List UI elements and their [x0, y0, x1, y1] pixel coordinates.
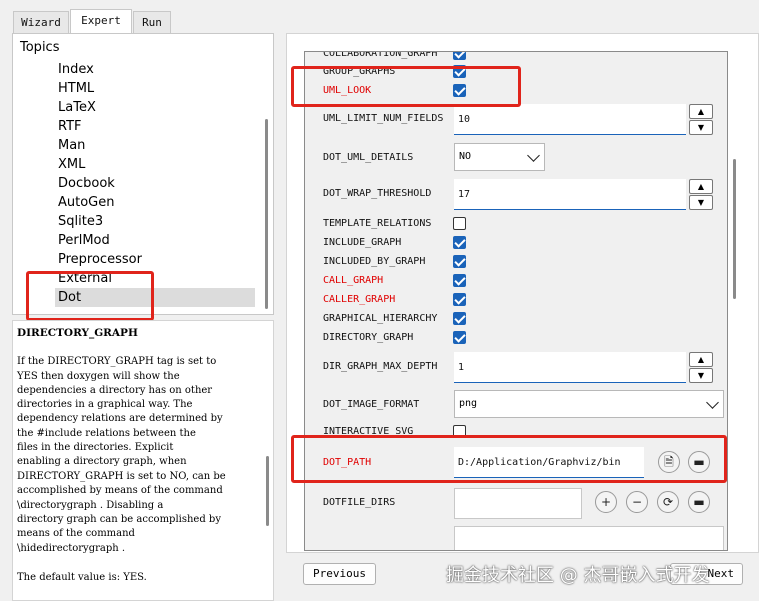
help-line: \hidedirectorygraph .: [17, 543, 126, 554]
tab-expert[interactable]: Expert: [70, 9, 132, 34]
option-dir-graph-max-depth: DIR_GRAPH_MAX_DEPTH: [323, 361, 438, 372]
checkbox-graphical-hierarchy[interactable]: [453, 312, 466, 325]
spin-down-icon[interactable]: ▼: [689, 368, 713, 383]
dot-wrap-threshold-input[interactable]: 17: [454, 179, 686, 210]
help-line: YES then doxygen will show the: [17, 371, 180, 382]
chevron-down-icon: [527, 149, 540, 162]
highlight-dot-path: [291, 435, 727, 483]
option-graphical-hierarchy: GRAPHICAL_HIERARCHY: [323, 313, 438, 324]
help-panel: DIRECTORY_GRAPH If the DIRECTORY_GRAPH t…: [12, 320, 274, 601]
spin-down-icon[interactable]: ▼: [689, 120, 713, 135]
topic-item-preprocessor[interactable]: Preprocessor: [58, 250, 142, 269]
spin-up-icon[interactable]: ▲: [689, 179, 713, 194]
help-line: files in the directories. Explicit: [17, 442, 174, 453]
watermark: 掘金技术社区 @ 杰哥嵌入式开发: [446, 565, 710, 586]
topics-scrollbar[interactable]: [265, 119, 268, 309]
help-scrollbar[interactable]: [266, 456, 269, 526]
option-caller-graph: CALLER_GRAPH: [323, 294, 396, 305]
topics-title: Topics: [20, 40, 60, 55]
help-line: The default value is: YES.: [17, 572, 147, 583]
checkbox-directory-graph[interactable]: [453, 331, 466, 344]
topic-item-latex[interactable]: LaTeX: [58, 98, 96, 117]
help-line: the #include relations between the: [17, 428, 196, 439]
topic-item-docbook[interactable]: Docbook: [58, 174, 115, 193]
spin-up-icon[interactable]: ▲: [689, 104, 713, 119]
dot-wrap-spinner[interactable]: ▲ ▼: [689, 179, 713, 210]
option-call-graph: CALL_GRAPH: [323, 275, 384, 286]
checkbox-include-graph[interactable]: [453, 236, 466, 249]
checkbox-caller-graph[interactable]: [453, 293, 466, 306]
topic-item-sqlite3[interactable]: Sqlite3: [58, 212, 103, 231]
dot-image-format-select[interactable]: png: [454, 390, 724, 418]
topic-item-autogen[interactable]: AutoGen: [58, 193, 115, 212]
option-include-graph: INCLUDE_GRAPH: [323, 237, 402, 248]
checkbox-call-graph[interactable]: [453, 274, 466, 287]
option-dotfile-dirs: DOTFILE_DIRS: [323, 497, 396, 508]
uml-limit-spinner[interactable]: ▲ ▼: [689, 104, 713, 135]
dotfile-dirs-input[interactable]: [454, 488, 582, 519]
tab-bar: Wizard Expert Run: [0, 0, 759, 34]
help-line: dependency relations are determined by: [17, 413, 223, 424]
option-dot-wrap-threshold: DOT_WRAP_THRESHOLD: [323, 188, 432, 199]
highlight-uml-look: [291, 66, 521, 107]
tab-wizard[interactable]: Wizard: [13, 11, 69, 33]
add-icon[interactable]: +: [595, 491, 617, 513]
uml-limit-num-fields-input[interactable]: 10: [454, 104, 686, 135]
help-line: \directorygraph . Disabling a: [17, 500, 164, 511]
tab-run[interactable]: Run: [133, 11, 171, 33]
topic-item-rtf[interactable]: RTF: [58, 117, 82, 136]
help-line: directory graph can be accomplished by: [17, 514, 221, 525]
help-line: dependencies a directory has on other: [17, 385, 213, 396]
highlight-dot-topic: [26, 271, 154, 321]
checkbox-template-relations[interactable]: [453, 217, 466, 230]
chevron-down-icon: [706, 396, 719, 409]
topic-item-man[interactable]: Man: [58, 136, 85, 155]
help-line: directories in a graphical way. The: [17, 399, 193, 410]
option-dot-uml-details: DOT_UML_DETAILS: [323, 152, 414, 163]
refresh-icon[interactable]: ⟳: [657, 491, 679, 513]
remove-icon[interactable]: −: [626, 491, 648, 513]
option-dot-image-format: DOT_IMAGE_FORMAT: [323, 399, 420, 410]
help-line: means of the command: [17, 528, 135, 539]
option-collaboration-graph: COLLABORATION_GRAPH: [323, 51, 438, 59]
dir-graph-max-depth-input[interactable]: 1: [454, 352, 686, 383]
spin-up-icon[interactable]: ▲: [689, 352, 713, 367]
help-line: accomplished by means of the command: [17, 485, 223, 496]
checkbox-included-by-graph[interactable]: [453, 255, 466, 268]
dotfile-dirs-list[interactable]: [454, 526, 724, 550]
settings-scrollbar[interactable]: [733, 159, 736, 299]
help-line: enabling a directory graph, when: [17, 456, 187, 467]
folder-icon[interactable]: ▬: [688, 491, 710, 513]
topic-item-xml[interactable]: XML: [58, 155, 85, 174]
dir-graph-depth-spinner[interactable]: ▲ ▼: [689, 352, 713, 383]
option-included-by-graph: INCLUDED_BY_GRAPH: [323, 256, 426, 267]
option-directory-graph: DIRECTORY_GRAPH: [323, 332, 414, 343]
checkbox-collaboration-graph[interactable]: [453, 52, 466, 60]
topic-item-index[interactable]: Index: [58, 60, 94, 79]
dot-uml-details-select[interactable]: NO: [454, 143, 545, 171]
dot-uml-details-value: NO: [459, 151, 472, 162]
help-title: DIRECTORY_GRAPH: [17, 327, 138, 339]
option-uml-limit-num-fields: UML_LIMIT_NUM_FIELDS: [323, 113, 444, 124]
topic-item-perlmod[interactable]: PerlMod: [58, 231, 110, 250]
option-template-relations: TEMPLATE_RELATIONS: [323, 218, 432, 229]
previous-button[interactable]: Previous: [303, 563, 376, 585]
topic-item-html[interactable]: HTML: [58, 79, 94, 98]
help-line: DIRECTORY_GRAPH is set to NO, can be: [17, 471, 226, 482]
spin-down-icon[interactable]: ▼: [689, 195, 713, 210]
help-line: If the DIRECTORY_GRAPH tag is set to: [17, 356, 217, 367]
dot-image-format-value: png: [459, 398, 478, 409]
